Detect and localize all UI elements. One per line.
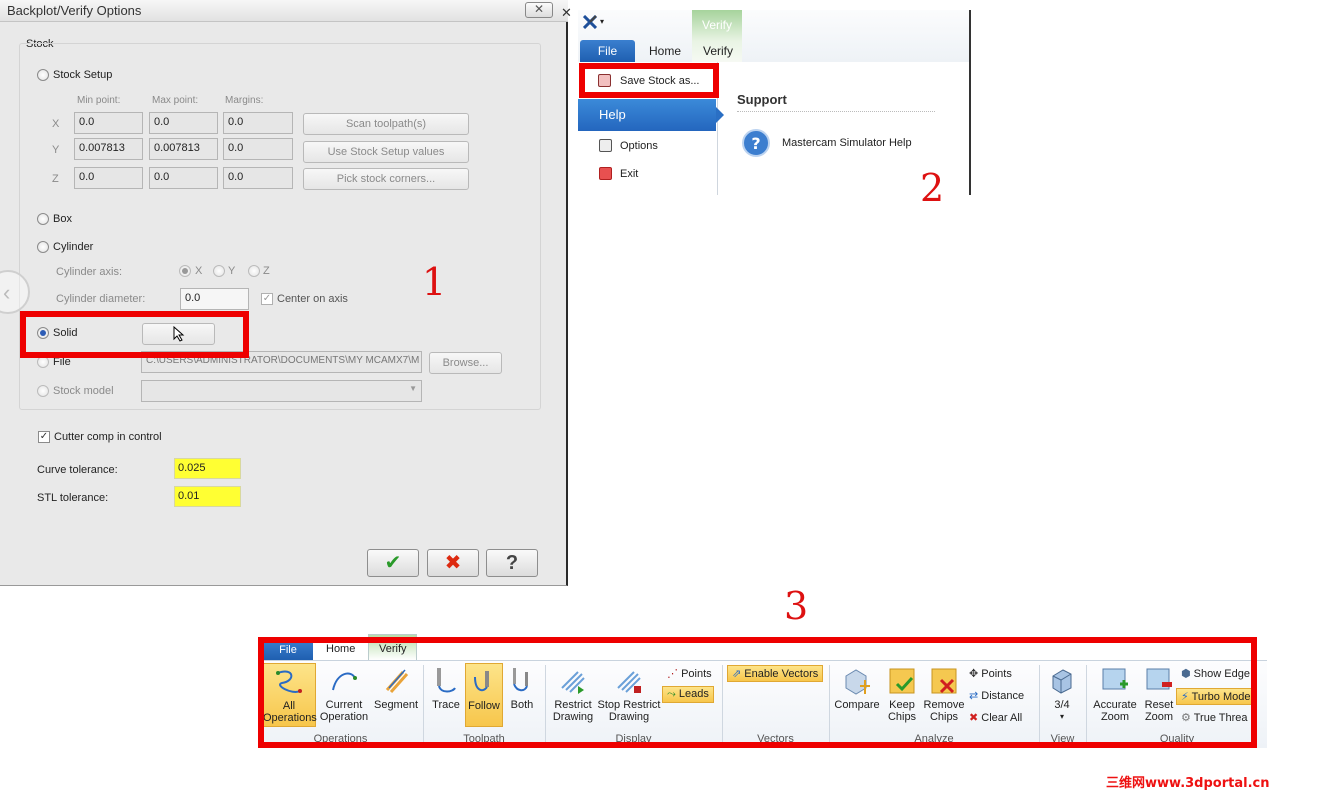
cylinder-label: Cylinder [53,241,94,253]
chevron-down-icon: ▼ [409,384,417,393]
verify-context-label: Verify [702,18,733,32]
home-tab[interactable]: Home [649,44,681,58]
min-point-header: Min point: [77,95,121,106]
stl-tolerance-field[interactable]: 0.01 [174,486,241,507]
axis-x-option: X [195,265,203,277]
stock-model-label: Stock model [53,385,114,397]
ok-button[interactable]: ✔ [367,549,419,577]
qat-dropdown-icon[interactable]: ▾ [600,17,604,26]
max-y-field[interactable]: 0.007813 [149,138,218,160]
center-on-axis-label: Center on axis [277,293,348,305]
box-radio[interactable] [37,213,49,225]
browse-button[interactable]: Browse... [429,352,502,374]
cylinder-diameter-field[interactable]: 0.0 [180,288,249,310]
annotation-2: 2 [920,166,945,210]
curve-tolerance-field[interactable]: 0.025 [174,458,241,479]
annotation-1: 1 [422,260,447,304]
center-on-axis-checkbox[interactable]: ✓ [261,293,273,305]
options-icon [599,139,612,152]
window-edge [969,62,971,195]
dialog-title: Backplot/Verify Options [7,3,142,18]
exit-icon [599,167,612,180]
margin-z-field[interactable]: 0.0 [223,167,293,189]
save-stock-highlight-box [579,63,719,98]
use-stock-setup-button[interactable]: Use Stock Setup values [303,141,469,163]
scan-toolpaths-button[interactable]: Scan toolpath(s) [303,113,469,135]
cancel-button[interactable]: ✖ [427,549,479,577]
file-menu-screenshot: ▾ Verify File Home Verify Save Stock as.… [578,10,971,195]
help-item[interactable]: Help [578,99,724,131]
axis-z-label: Z [52,173,59,185]
help-question-icon[interactable]: ? [741,128,771,158]
stl-tolerance-label: STL tolerance: [37,492,109,504]
simulator-help-item[interactable]: Mastercam Simulator Help [782,137,912,149]
cylinder-axis-label: Cylinder axis: [56,266,123,278]
cutter-comp-label: Cutter comp in control [54,431,162,443]
annotation-3: 3 [784,584,809,628]
stock-setup-label: Stock Setup [53,69,113,81]
solid-highlight-box [20,311,249,358]
options-item[interactable]: Options [620,140,658,152]
axis-z-option: Z [263,265,270,277]
max-x-field[interactable]: 0.0 [149,112,218,134]
margins-header: Margins: [225,95,264,106]
dialog-title-bar: Backplot/Verify Options ✕ [0,0,568,22]
min-y-field[interactable]: 0.007813 [74,138,143,160]
axis-x-radio[interactable] [179,265,191,277]
pick-stock-corners-button[interactable]: Pick stock corners... [303,168,469,190]
exit-item[interactable]: Exit [620,168,638,180]
support-divider [737,111,935,112]
curve-tolerance-label: Curve tolerance: [37,464,118,476]
cutter-comp-checkbox[interactable]: ✓ [38,431,50,443]
close-x-icon[interactable]: ✕ [561,5,572,21]
axis-y-label: Y [52,144,60,156]
stock-model-radio[interactable] [37,385,49,397]
max-z-field[interactable]: 0.0 [149,167,218,189]
watermark: 三维网www.3dportal.cn [1106,776,1270,791]
axis-x-label: X [52,118,60,130]
cylinder-radio[interactable] [37,241,49,253]
stock-setup-radio[interactable] [37,69,49,81]
file-menu-ribbon: ▾ Verify File Home Verify [578,10,971,62]
close-button[interactable]: ✕ [525,2,553,18]
cylinder-diameter-label: Cylinder diameter: [56,293,146,305]
margin-x-field[interactable]: 0.0 [223,112,293,134]
ribbon-highlight-box [258,637,1257,748]
axis-y-radio[interactable] [213,265,225,277]
support-heading: Support [737,92,787,107]
min-z-field[interactable]: 0.0 [74,167,143,189]
axis-z-radio[interactable] [248,265,260,277]
min-x-field[interactable]: 0.0 [74,112,143,134]
help-button[interactable]: ? [486,549,538,577]
box-label: Box [53,213,72,225]
max-point-header: Max point: [152,95,199,106]
svg-text:?: ? [751,134,760,153]
stock-model-select[interactable]: ▼ [141,380,422,402]
file-tab[interactable]: File [580,40,635,62]
verify-tab[interactable]: Verify [703,44,733,58]
margin-y-field[interactable]: 0.0 [223,138,293,160]
mastercam-x-icon[interactable] [583,15,597,29]
axis-y-option: Y [228,265,236,277]
backplot-verify-dialog: Backplot/Verify Options ✕ Stock Stock Se… [0,0,568,586]
